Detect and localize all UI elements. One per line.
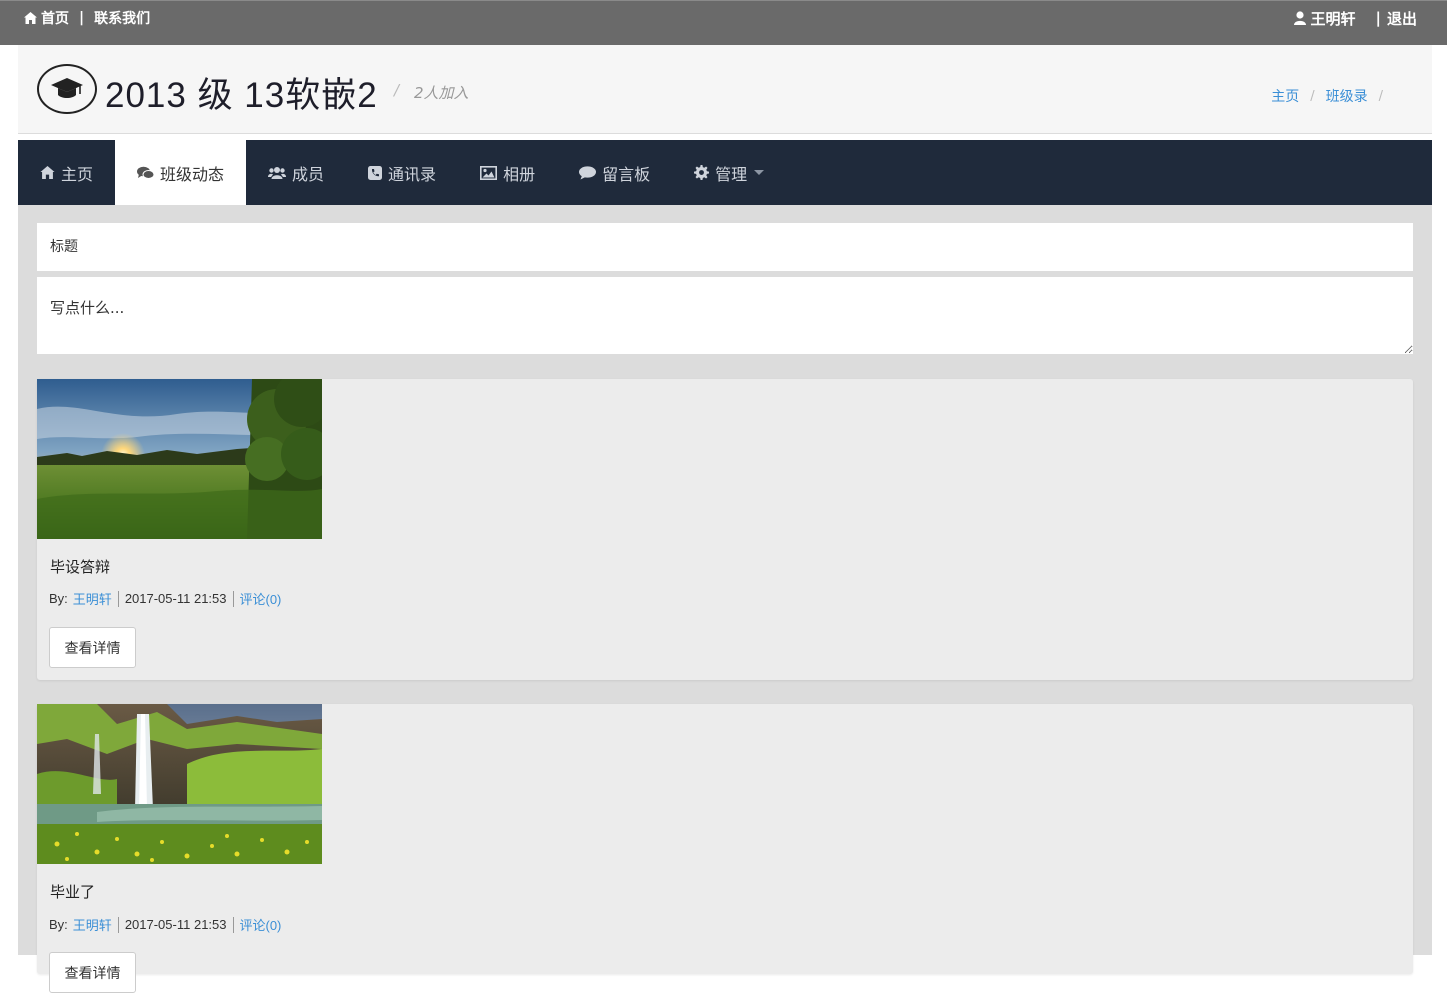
user-name: 王明轩	[1310, 9, 1356, 28]
home-icon	[24, 12, 37, 24]
contact-link[interactable]: 联系我们	[94, 8, 150, 28]
top-bar-right: 王明轩 | 退出	[1294, 1, 1417, 35]
main-content: 毕设答辩 By: 王明轩 2017-05-11 21:53 评论(0) 查看详情	[18, 205, 1432, 993]
tab-contacts-label: 通讯录	[388, 164, 437, 184]
tab-manage-dropdown[interactable]: 管理	[672, 140, 786, 205]
post-card: 毕业了 By: 王明轩 2017-05-11 21:53 评论(0) 查看详情	[37, 704, 1413, 993]
tab-home[interactable]: 主页	[18, 140, 115, 205]
phone-icon	[368, 165, 383, 180]
post-datetime: 2017-05-11 21:53	[124, 591, 227, 606]
breadcrumb: 主页 / 班级录 /	[1271, 86, 1394, 106]
by-label: By:	[49, 917, 68, 932]
tab-contacts[interactable]: 通讯录	[346, 140, 458, 205]
tab-class-news-label: 班级动态	[160, 164, 225, 184]
breadcrumb-separator: /	[1310, 88, 1315, 104]
post-meta: By: 王明轩 2017-05-11 21:53 评论(0)	[49, 915, 281, 934]
user-icon	[1294, 11, 1307, 25]
divider	[117, 590, 119, 607]
comments-icon	[137, 166, 155, 179]
tab-message-board[interactable]: 留言板	[557, 140, 672, 205]
comment-icon	[579, 165, 597, 179]
top-separator: |	[79, 10, 85, 26]
home-icon	[40, 166, 55, 179]
divider	[117, 916, 119, 933]
tab-message-board-label: 留言板	[602, 164, 651, 184]
page-title: 2013 级 13软嵌2	[105, 76, 378, 115]
site-header: 2013 级 13软嵌2 / 2人加入 主页 / 班级录 /	[18, 45, 1432, 134]
join-count: 2人加入	[414, 84, 469, 102]
tab-members[interactable]: 成员	[246, 140, 346, 205]
tab-album-label: 相册	[503, 164, 536, 184]
graduation-cap-icon	[51, 78, 83, 98]
tab-members-label: 成员	[292, 164, 325, 184]
author-link[interactable]: 王明轩	[73, 915, 112, 934]
view-details-button[interactable]: 查看详情	[49, 952, 136, 993]
waterfall-image	[37, 704, 322, 864]
graduation-cap-logo	[37, 64, 97, 114]
post-content-textarea[interactable]	[37, 277, 1413, 354]
divider	[232, 916, 234, 933]
gear-icon	[694, 165, 710, 180]
post-title-input[interactable]	[37, 223, 1413, 271]
post-meta: By: 王明轩 2017-05-11 21:53 评论(0)	[49, 589, 281, 608]
top-bar-left: 首页 | 联系我们	[24, 1, 150, 35]
author-link[interactable]: 王明轩	[73, 589, 112, 608]
top-separator-right: |	[1375, 9, 1381, 27]
title-separator: /	[394, 81, 400, 99]
logout-link[interactable]: 退出	[1387, 8, 1417, 29]
tab-album[interactable]: 相册	[458, 140, 557, 205]
breadcrumb-separator: /	[1378, 88, 1383, 104]
tab-home-label: 主页	[61, 164, 94, 184]
post-card: 毕设答辩 By: 王明轩 2017-05-11 21:53 评论(0) 查看详情	[37, 379, 1413, 680]
breadcrumb-home[interactable]: 主页	[1271, 86, 1299, 106]
post-datetime: 2017-05-11 21:53	[124, 917, 227, 932]
post-title: 毕设答辩	[50, 558, 111, 576]
top-home-link[interactable]: 首页	[24, 8, 69, 28]
picture-icon	[480, 165, 498, 180]
sunset-meadow-photo[interactable]	[37, 379, 322, 539]
sunset-meadow-image	[37, 379, 322, 539]
main-nav: 主页 班级动态 成员 通讯录 相册 留言板 管理	[18, 140, 1432, 205]
top-home-label: 首页	[41, 11, 69, 27]
chevron-down-icon	[754, 170, 765, 175]
waterfall-photo[interactable]	[37, 704, 322, 864]
view-details-button[interactable]: 查看详情	[49, 627, 136, 668]
tab-manage-label: 管理	[715, 164, 748, 184]
divider	[232, 590, 234, 607]
tab-class-news[interactable]: 班级动态	[115, 140, 247, 205]
comments-link[interactable]: 评论(0)	[240, 915, 282, 934]
user-link[interactable]: 王明轩	[1294, 8, 1356, 29]
post-title: 毕业了	[50, 883, 96, 901]
breadcrumb-class-record[interactable]: 班级录	[1326, 86, 1368, 106]
top-bar: 首页 | 联系我们 王明轩 | 退出	[0, 0, 1447, 45]
users-icon	[268, 166, 287, 179]
by-label: By:	[49, 591, 68, 606]
comments-link[interactable]: 评论(0)	[240, 589, 282, 608]
